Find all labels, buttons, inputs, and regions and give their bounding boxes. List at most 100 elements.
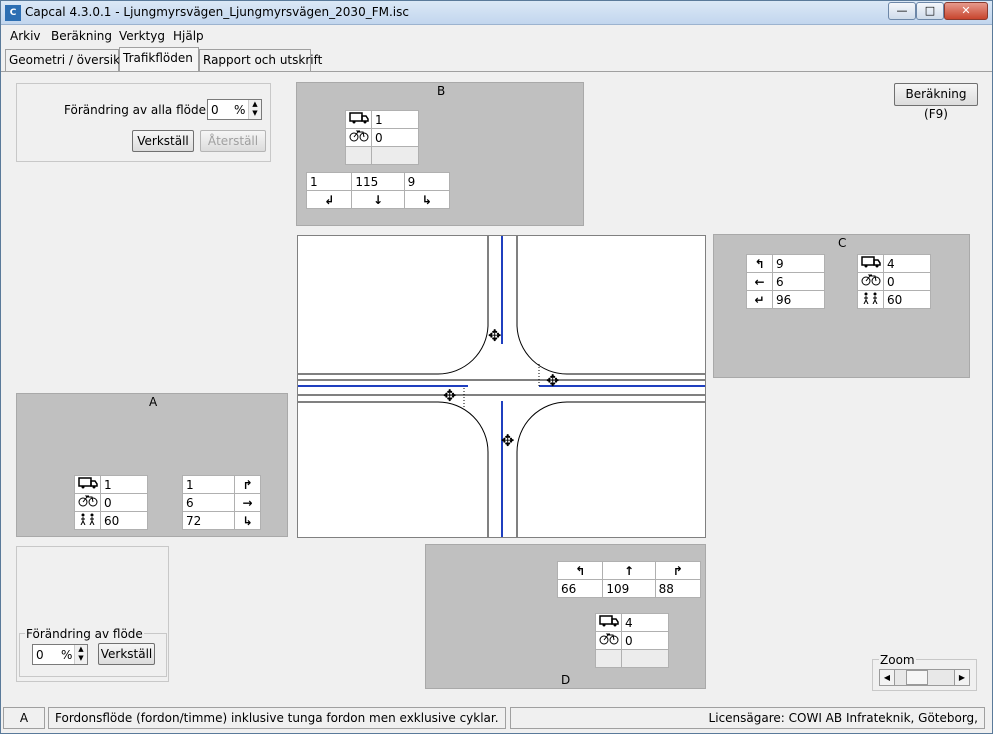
zoom-scrollbar[interactable]: ◀ ▶	[879, 669, 970, 686]
approach-c-straight-value[interactable]: 6	[772, 272, 825, 291]
truck-icon	[74, 475, 101, 494]
straight-down-arrow-icon: ↓	[351, 190, 405, 209]
spinner-arrows-icon[interactable]: ▲ ▼	[248, 100, 261, 119]
approach-b-straight-value[interactable]: 115	[351, 172, 405, 191]
menu-verktyg[interactable]: Verktyg	[119, 29, 165, 43]
flow-change-legend: Förändring av flöde	[25, 627, 144, 641]
approach-b-left-value[interactable]: 1	[305, 172, 353, 191]
window-title: Capcal 4.3.0.1 - Ljungmyrsvägen_Ljungmyr…	[25, 5, 409, 19]
maximize-button[interactable]: □	[916, 2, 944, 20]
truck-icon	[857, 254, 884, 273]
close-button[interactable]: ✕	[944, 2, 988, 20]
approach-a-panel: A 1 0 60 1 ↱ 6 → 72 ↳	[16, 393, 288, 537]
approach-c-truck-value[interactable]: 4	[883, 254, 931, 273]
flow-change-apply-button[interactable]: Verkställ	[98, 643, 155, 665]
title-bar: C Capcal 4.3.0.1 - Ljungmyrsvägen_Ljungm…	[1, 1, 992, 25]
approach-d-straight-value[interactable]: 109	[602, 579, 656, 598]
straight-left-arrow-icon: ←	[746, 272, 773, 291]
menu-hjalp[interactable]: Hjälp	[173, 29, 204, 43]
status-message: Fordonsflöde (fordon/timme) inklusive tu…	[48, 707, 506, 729]
blank-cell	[595, 649, 622, 668]
approach-a-turn-table: 1 ↱ 6 → 72 ↳	[182, 475, 261, 530]
approach-b-turn-table: 1 115 9 ↲ ↓ ↳	[305, 172, 451, 209]
approach-c-right-value[interactable]: 9	[772, 254, 825, 273]
turn-left-arrow-icon: ↰	[556, 561, 604, 580]
flow-change-value[interactable]: 0	[36, 648, 44, 662]
approach-a-straight-value[interactable]: 6	[182, 493, 235, 512]
pedestrian-icon	[857, 290, 884, 309]
turn-right-arrow-icon: ↳	[403, 190, 451, 209]
scroll-right-icon[interactable]: ▶	[954, 670, 969, 685]
approach-d-right-value[interactable]: 88	[654, 579, 702, 598]
approach-c-vehicle-table: 4 0 60	[857, 254, 931, 309]
zoom-thumb[interactable]	[906, 670, 928, 685]
turn-left-arrow-icon: ↲	[305, 190, 353, 209]
approach-c-bike-value[interactable]: 0	[883, 272, 931, 291]
approach-d-truck-value[interactable]: 4	[621, 613, 669, 632]
menu-berakning[interactable]: Beräkning	[51, 29, 112, 43]
approach-b-panel: B 1 0 1 115 9 ↲ ↓ ↳	[296, 82, 584, 226]
approach-a-truck-value[interactable]: 1	[100, 475, 148, 494]
turn-left-arrow-icon: ↱	[234, 475, 261, 494]
flow-change-spinner[interactable]: 0 % ▲ ▼	[32, 644, 88, 665]
global-change-spinner[interactable]: 0 % ▲ ▼	[207, 99, 262, 120]
capcal-app-icon: C	[5, 5, 21, 21]
approach-a-label: A	[149, 395, 158, 409]
approach-a-ped-value[interactable]: 60	[100, 511, 148, 530]
global-change-value[interactable]: 0	[211, 103, 219, 117]
truck-icon	[595, 613, 622, 632]
reset-all-button[interactable]: Återställ	[200, 130, 266, 152]
approach-a-bike-value[interactable]: 0	[100, 493, 148, 512]
pedestrian-icon	[74, 511, 101, 530]
spinner-arrows-icon[interactable]: ▲ ▼	[74, 645, 87, 664]
status-license: Licensägare: COWI AB Infrateknik, Götebo…	[510, 707, 985, 729]
menu-bar: Arkiv Beräkning Verktyg Hjälp	[1, 28, 992, 46]
turn-right-arrow-icon: ↱	[654, 561, 702, 580]
blank-cell	[345, 146, 372, 165]
flow-change-group: Förändring av flöde 0 % ▲ ▼ Verkställ	[19, 627, 167, 677]
bicycle-icon	[595, 631, 622, 650]
straight-up-arrow-icon: ↑	[602, 561, 656, 580]
turn-right-arrow-icon: ↰	[746, 254, 773, 273]
global-change-unit: %	[234, 103, 246, 117]
scroll-left-icon[interactable]: ◀	[880, 670, 895, 685]
crossing-arrows-icon: ✥	[488, 326, 501, 345]
approach-d-left-value[interactable]: 66	[556, 579, 604, 598]
approach-d-turn-table: ↰ ↑ ↱ 66 109 88	[556, 561, 702, 598]
approach-c-label: C	[838, 236, 847, 250]
approach-b-bike-value[interactable]: 0	[371, 128, 419, 147]
approach-c-left-value[interactable]: 96	[772, 290, 825, 309]
tab-rapport[interactable]: Rapport och utskrift	[199, 49, 322, 71]
intersection-drawing: ✥ ✥ ✥ ✥	[298, 236, 705, 537]
approach-a-left-value[interactable]: 1	[182, 475, 235, 494]
blank-cell	[371, 146, 419, 165]
approach-d-bike-value[interactable]: 0	[621, 631, 669, 650]
approach-d-panel: ↰ ↑ ↱ 66 109 88 4 0 D	[425, 544, 706, 689]
bicycle-icon	[345, 128, 372, 147]
zoom-group: Zoom ◀ ▶	[872, 653, 977, 691]
approach-d-vehicle-table: 4 0	[595, 613, 669, 668]
approach-b-truck-value[interactable]: 1	[371, 110, 419, 129]
bicycle-icon	[857, 272, 884, 291]
approach-b-right-value[interactable]: 9	[403, 172, 451, 191]
calculate-button[interactable]: Beräkning (F9)	[894, 83, 978, 121]
approach-b-label: B	[437, 84, 446, 98]
global-change-label: Förändring av alla flöden:	[64, 103, 218, 117]
approach-b-vehicle-table: 1 0	[345, 110, 419, 165]
minimize-button[interactable]: —	[888, 2, 916, 20]
menu-arkiv[interactable]: Arkiv	[10, 29, 41, 43]
turn-right-arrow-icon: ↳	[234, 511, 261, 530]
intersection-diagram: ✥ ✥ ✥ ✥	[297, 235, 706, 538]
crossing-arrows-icon: ✥	[546, 371, 559, 390]
approach-d-label: D	[561, 673, 571, 687]
blank-cell	[621, 649, 669, 668]
tab-geometri[interactable]: Geometri / översikt	[5, 49, 125, 71]
truck-icon	[345, 110, 372, 129]
approach-a-right-value[interactable]: 72	[182, 511, 235, 530]
approach-c-ped-value[interactable]: 60	[883, 290, 931, 309]
status-approach: A	[3, 707, 45, 729]
tab-trafikfloden[interactable]: Trafikflöden	[119, 47, 199, 71]
approach-c-turn-table: ↰ 9 ← 6 ↵ 96	[746, 254, 825, 309]
flow-change-unit: %	[61, 648, 73, 662]
apply-all-button[interactable]: Verkställ	[132, 130, 194, 152]
